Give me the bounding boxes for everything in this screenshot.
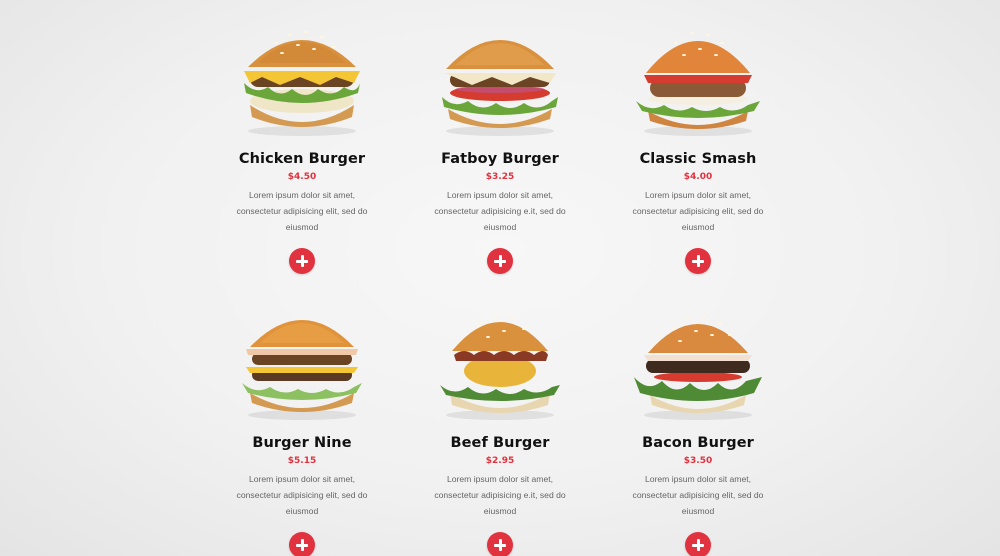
add-to-cart-button[interactable] bbox=[289, 532, 315, 556]
plus-icon bbox=[296, 539, 308, 551]
plus-icon bbox=[692, 255, 704, 267]
plus-icon bbox=[692, 539, 704, 551]
plus-icon bbox=[296, 255, 308, 267]
add-to-cart-button[interactable] bbox=[289, 248, 315, 274]
burger-image bbox=[430, 294, 570, 424]
menu-item-description: Lorem ipsum dolor sit amet, consectetur … bbox=[434, 190, 566, 232]
menu-item-price: $4.00 bbox=[683, 172, 713, 182]
menu-item-description: Lorem ipsum dolor sit amet, consectetur … bbox=[632, 474, 764, 516]
burger-image bbox=[430, 10, 570, 140]
menu-item-description: Lorem ipsum dolor sit amet, consectetur … bbox=[632, 190, 764, 232]
menu-item-card: Classic Smash $4.00 Lorem ipsum dolor si… bbox=[599, 10, 797, 294]
menu-item-price: $3.25 bbox=[485, 172, 515, 182]
add-to-cart-button[interactable] bbox=[487, 532, 513, 556]
menu-item-price: $5.15 bbox=[287, 456, 317, 466]
menu-item-name: Chicken Burger bbox=[238, 151, 366, 167]
burger-image bbox=[232, 294, 372, 424]
menu-grid: Chicken Burger $4.50 Lorem ipsum dolor s… bbox=[203, 10, 797, 556]
menu-item-card: Chicken Burger $4.50 Lorem ipsum dolor s… bbox=[203, 10, 401, 294]
menu-item-price: $4.50 bbox=[287, 172, 317, 182]
menu-item-card: Beef Burger $2.95 Lorem ipsum dolor sit … bbox=[401, 294, 599, 556]
burger-image bbox=[628, 294, 768, 424]
menu-item-name: Bacon Burger bbox=[642, 435, 754, 451]
plus-icon bbox=[494, 255, 506, 267]
burger-image bbox=[232, 10, 372, 140]
menu-item-price: $3.50 bbox=[683, 456, 713, 466]
menu-item-name: Fatboy Burger bbox=[441, 151, 559, 167]
menu-item-description: Lorem ipsum dolor sit amet, consectetur … bbox=[236, 474, 368, 516]
menu-item-description: Lorem ipsum dolor sit amet, consectetur … bbox=[236, 190, 368, 232]
burger-image bbox=[628, 10, 768, 140]
menu-item-name: Classic Smash bbox=[639, 151, 757, 167]
menu-item-description: Lorem ipsum dolor sit amet, consectetur … bbox=[434, 474, 566, 516]
add-to-cart-button[interactable] bbox=[685, 532, 711, 556]
plus-icon bbox=[494, 539, 506, 551]
menu-item-card: Fatboy Burger $3.25 Lorem ipsum dolor si… bbox=[401, 10, 599, 294]
add-to-cart-button[interactable] bbox=[685, 248, 711, 274]
menu-item-price: $2.95 bbox=[485, 456, 515, 466]
menu-item-name: Burger Nine bbox=[252, 435, 352, 451]
menu-item-card: Burger Nine $5.15 Lorem ipsum dolor sit … bbox=[203, 294, 401, 556]
add-to-cart-button[interactable] bbox=[487, 248, 513, 274]
menu-item-name: Beef Burger bbox=[450, 435, 550, 451]
menu-item-card: Bacon Burger $3.50 Lorem ipsum dolor sit… bbox=[599, 294, 797, 556]
